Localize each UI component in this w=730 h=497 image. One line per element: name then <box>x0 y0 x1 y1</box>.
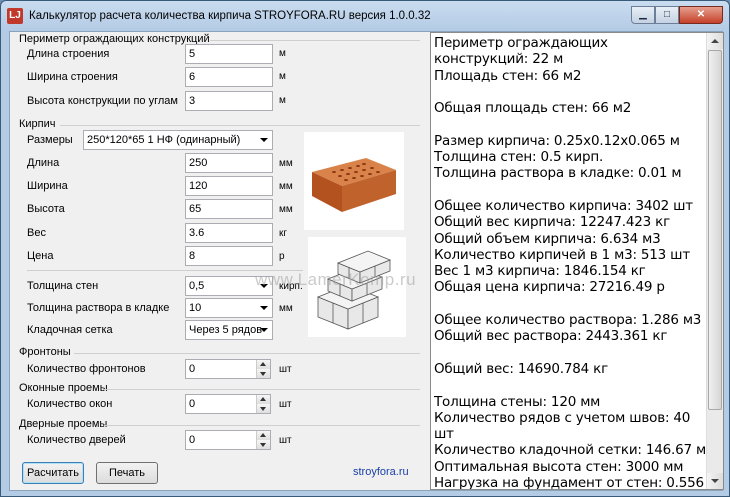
building-width-label: Ширина строения <box>27 71 118 83</box>
gables-stepper-buttons <box>256 360 270 378</box>
title-bar[interactable]: LJ Калькулятор расчета количества кирпич… <box>1 1 729 31</box>
gables-count-label: Количество фронтонов <box>27 363 146 375</box>
results-text: Периметр ограждающих конструкций: 22 м П… <box>434 35 706 490</box>
gables-group-title: Фронтоны <box>19 346 71 358</box>
scroll-down-icon[interactable] <box>707 473 723 489</box>
brick-image <box>304 132 404 230</box>
doors-count-label: Количество дверей <box>27 434 126 446</box>
mortar-thickness-unit: мм <box>279 303 293 314</box>
wall-thickness-select[interactable]: 0,5 <box>185 276 273 296</box>
brick-group-title: Кирпич <box>19 118 56 130</box>
perimeter-group-line <box>210 40 420 41</box>
doors-group-title: Дверные проемы <box>19 418 108 430</box>
building-width-unit: м <box>279 71 286 82</box>
wall-thickness-value: 0,5 <box>189 280 205 292</box>
doors-count-stepper[interactable]: 0 <box>185 430 271 450</box>
gables-count-stepper[interactable]: 0 <box>185 359 271 379</box>
wall-thickness-label: Толщина стен <box>27 280 99 292</box>
windows-group-title: Оконные проемы <box>19 382 108 394</box>
brick-wall-icon <box>316 250 392 330</box>
results-scrollbar[interactable] <box>706 33 723 489</box>
corner-height-input[interactable]: 3 <box>185 91 273 111</box>
chevron-down-icon <box>260 306 268 310</box>
stepper-down-icon[interactable] <box>257 440 270 449</box>
brick-width-label: Ширина <box>27 180 68 192</box>
brick-size-value: 250*120*65 1 НФ (одинарный) <box>87 134 241 146</box>
doors-stepper-buttons <box>256 431 270 449</box>
brick-weight-input[interactable]: 3.6 <box>185 223 273 243</box>
scroll-thumb[interactable] <box>708 50 722 410</box>
brick-weight-unit: кг <box>279 228 288 239</box>
wall-image <box>308 237 406 337</box>
brick-length-input[interactable]: 250 <box>185 153 273 173</box>
mortar-thickness-select[interactable]: 10 <box>185 298 273 318</box>
gables-count-unit: шт <box>279 364 292 375</box>
brick-width-unit: мм <box>279 181 293 192</box>
brick-size-select[interactable]: 250*120*65 1 НФ (одинарный) <box>83 130 273 150</box>
windows-count-value: 0 <box>189 398 196 410</box>
mesh-value: Через 5 рядов <box>189 324 263 336</box>
brick-inner-separator <box>27 270 303 271</box>
brick-width-input[interactable]: 120 <box>185 176 273 196</box>
site-link[interactable]: stroyfora.ru <box>353 466 409 478</box>
app-logo-icon: LJ <box>7 8 23 24</box>
client-area: Периметр ограждающих конструкций Длина с… <box>9 31 724 491</box>
corner-height-label: Высота конструкции по углам <box>27 95 178 107</box>
gables-group-line <box>74 353 420 354</box>
brick-height-unit: мм <box>279 204 293 215</box>
mortar-thickness-label: Толщина раствора в кладке <box>27 302 170 314</box>
brick-length-label: Длина <box>27 157 60 169</box>
building-length-unit: м <box>279 48 286 59</box>
perimeter-group-title: Периметр ограждающих конструкций <box>19 33 210 45</box>
windows-count-label: Количество окон <box>27 398 113 410</box>
brick-weight-label: Вес <box>27 227 46 239</box>
building-length-input[interactable]: 5 <box>185 44 273 64</box>
app-window: LJ Калькулятор расчета количества кирпич… <box>0 0 730 497</box>
brick-length-unit: мм <box>279 158 293 169</box>
minimize-button[interactable]: ▁ <box>631 6 655 24</box>
chevron-down-icon <box>260 328 268 332</box>
doors-group-line <box>104 425 420 426</box>
mesh-select[interactable]: Через 5 рядов <box>185 320 273 340</box>
maximize-button[interactable]: □ <box>655 6 679 24</box>
building-width-input[interactable]: 6 <box>185 67 273 87</box>
brick-picture-icon <box>312 158 396 212</box>
stepper-up-icon[interactable] <box>257 360 270 369</box>
stepper-up-icon[interactable] <box>257 395 270 404</box>
brick-price-label: Цена <box>27 250 54 262</box>
doors-count-value: 0 <box>189 434 196 446</box>
brick-price-input[interactable]: 8 <box>185 246 273 266</box>
brick-height-input[interactable]: 65 <box>185 199 273 219</box>
print-button[interactable]: Печать <box>96 462 158 484</box>
stepper-down-icon[interactable] <box>257 404 270 413</box>
scroll-up-icon[interactable] <box>707 33 723 49</box>
chevron-down-icon <box>260 138 268 142</box>
brick-price-unit: р <box>279 251 285 262</box>
close-button[interactable]: ✕ <box>679 6 723 24</box>
windows-count-unit: шт <box>279 399 292 410</box>
wall-thickness-unit: кирп. <box>279 281 303 292</box>
mesh-label: Кладочная сетка <box>27 324 113 336</box>
windows-count-stepper[interactable]: 0 <box>185 394 271 414</box>
gables-count-value: 0 <box>189 363 196 375</box>
corner-height-unit: м <box>279 95 286 106</box>
window-controls: ▁ □ ✕ <box>631 6 723 24</box>
calculate-button[interactable]: Расчитать <box>22 462 84 484</box>
mortar-thickness-value: 10 <box>189 302 202 314</box>
chevron-down-icon <box>260 284 268 288</box>
windows-group-line <box>104 389 420 390</box>
building-length-label: Длина строения <box>27 48 110 60</box>
brick-size-label: Размеры <box>27 134 73 146</box>
stepper-down-icon[interactable] <box>257 369 270 378</box>
window-title: Калькулятор расчета количества кирпича S… <box>29 10 431 22</box>
doors-count-unit: шт <box>279 435 292 446</box>
brick-group-line <box>60 125 420 126</box>
results-textarea[interactable]: Периметр ограждающих конструкций: 22 м П… <box>430 32 724 490</box>
stepper-up-icon[interactable] <box>257 431 270 440</box>
brick-height-label: Высота <box>27 203 65 215</box>
windows-stepper-buttons <box>256 395 270 413</box>
